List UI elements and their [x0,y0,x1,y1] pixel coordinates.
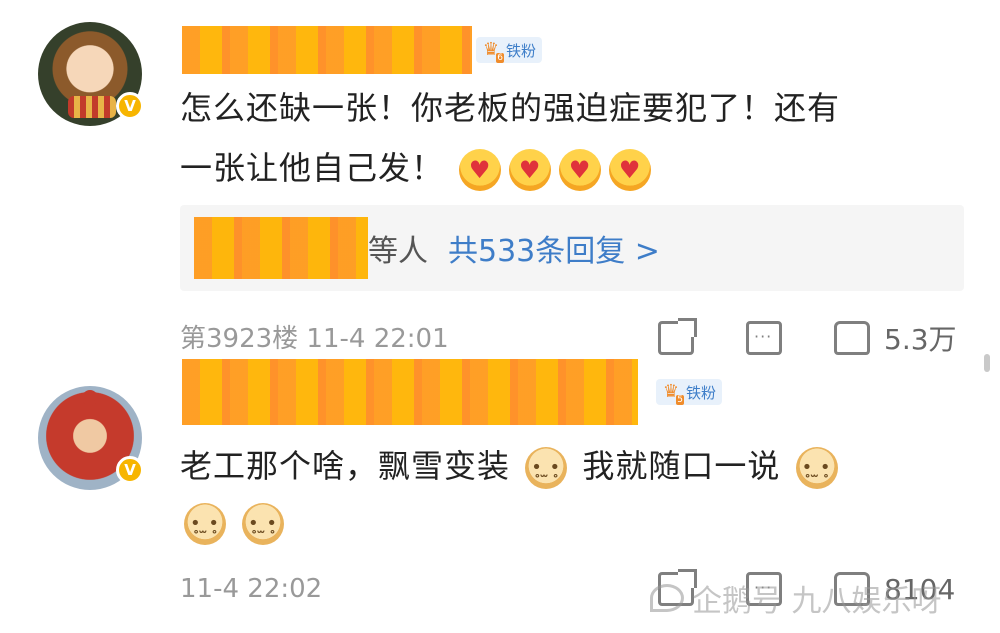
watermark-text: 企鹅号 九八娱乐呀 [692,584,942,619]
verified-icon: V [116,456,144,484]
like-count: 5.3万 [884,323,957,356]
crown-icon: ♛ 5 [662,381,684,405]
username-row: ♛ 6 铁粉 [182,26,543,74]
comment-text: 老工那个啥，飘雪变装 •̥ ̫•̥ 我就随口一说 •̥ ̫•̥ •̥ ̫•̥ •̥… [180,440,980,548]
crying-dog-emoji: •̥ ̫•̥ [795,447,838,489]
username-row: ♛ 5 铁粉 [182,359,723,425]
comment-text-line2: 一张让他自己发！ [180,149,445,187]
verified-icon: V [116,92,144,120]
penguin-logo-icon [650,584,684,612]
crown-icon: ♛ 6 [482,39,504,63]
replies-who: 等人 [368,234,428,269]
comment-icon[interactable] [746,321,782,355]
floor-time: 第3923楼 11-4 22:01 [180,324,449,354]
heart-eyes-emoji: ♥ [509,149,552,191]
share-icon[interactable] [658,318,697,355]
replies-box[interactable]: 等人 共533条回复 > [180,205,964,291]
comment-text-part1: 老工那个啥，飘雪变装 [180,447,511,485]
heart-eyes-emoji: ♥ [459,149,502,191]
comment-text-part2: 我就随口一说 [582,447,781,485]
comment-time: 11-4 22:02 [180,574,323,604]
heart-eyes-emoji: ♥ [559,149,602,191]
avatar[interactable]: V [38,386,144,490]
crying-dog-emoji: •̥ ̫•̥ [242,503,284,545]
like-icon[interactable] [834,321,870,355]
crying-dog-emoji: •̥ ̫•̥ [184,503,226,545]
avatar[interactable]: V [38,22,144,126]
crying-dog-emoji: •̥ ̫•̥ [525,447,568,489]
comment-text: 怎么还缺一张！你老板的强迫症要犯了！还有 一张让他自己发！ ♥ ♥ ♥ ♥ [180,82,980,194]
redacted-username[interactable] [182,26,472,74]
redacted-username[interactable] [182,359,638,425]
fan-badge[interactable]: ♛ 5 铁粉 [656,379,723,405]
watermark: 企鹅号 九八娱乐呀 [650,576,942,620]
redacted-replier [194,217,368,279]
fan-badge-label: 铁粉 [686,383,717,402]
replies-count-link[interactable]: 共533条回复 > [448,226,660,270]
action-bar: 5.3万 [658,318,957,358]
comment-text-line1: 怎么还缺一张！你老板的强迫症要犯了！还有 [180,89,841,127]
heart-eyes-emoji: ♥ [609,149,652,191]
fan-badge-label: 铁粉 [506,41,537,60]
scrollbar-thumb[interactable] [984,354,990,372]
fan-badge[interactable]: ♛ 6 铁粉 [476,37,543,63]
